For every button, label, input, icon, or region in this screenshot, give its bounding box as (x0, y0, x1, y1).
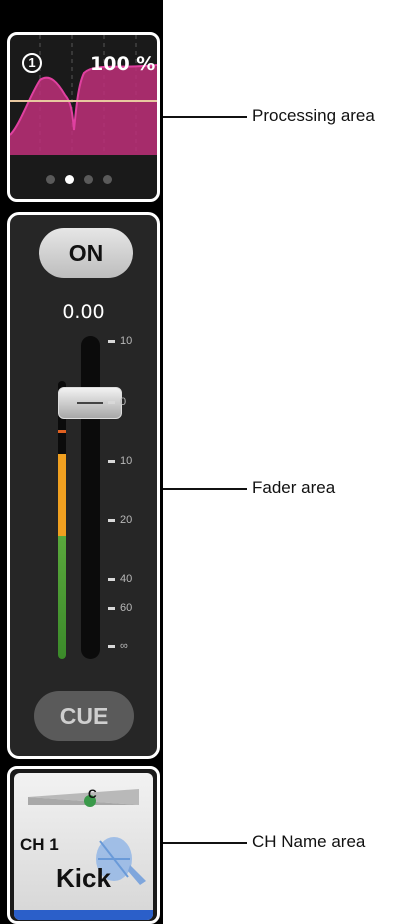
scale-mark: 20 (108, 514, 132, 526)
scale-mark: 10 (108, 335, 132, 347)
callout-fader: Fader area (252, 478, 336, 497)
page-dot-active[interactable] (65, 175, 74, 184)
level-meter (58, 381, 66, 659)
scale-mark: 10 (108, 455, 132, 467)
on-button[interactable]: ON (39, 228, 133, 278)
channel-color-bar (14, 910, 153, 920)
scale-mark: 40 (108, 573, 132, 585)
pan-value: C (88, 787, 97, 801)
page-indicator[interactable] (46, 175, 112, 184)
channel-name-button[interactable]: C CH 1 Kick (14, 773, 153, 920)
callout-line-chname (163, 842, 247, 844)
page-dot[interactable] (84, 175, 93, 184)
page-dot[interactable] (46, 175, 55, 184)
scale-mark: ∞ (108, 640, 128, 652)
callout-processing: Processing area (252, 106, 375, 125)
peak-hold (58, 430, 66, 433)
cue-button[interactable]: CUE (34, 691, 134, 741)
channel-name: Kick (56, 863, 111, 893)
processing-area[interactable]: 1 100 % (7, 32, 160, 202)
ch-name-area[interactable]: C CH 1 Kick (7, 766, 160, 924)
channel-number-icon: 1 (22, 53, 42, 73)
callout-line-fader (163, 488, 247, 490)
callout-chname: CH Name area (252, 832, 366, 851)
scale-mark: 0 (108, 396, 126, 408)
scale-mark: 60 (108, 602, 132, 614)
callout-line-processing (163, 116, 247, 118)
fader-area: ON 0.00 10 0 10 20 40 60 ∞ CUE (7, 212, 160, 759)
fader-value: 0.00 (62, 301, 105, 323)
strip-header (0, 0, 163, 36)
fader-track[interactable] (81, 336, 100, 659)
knob-line (77, 402, 103, 404)
channel-number: CH 1 (20, 835, 59, 854)
meter-fill (58, 454, 66, 659)
pan-indicator[interactable] (14, 783, 153, 823)
eq-curve (10, 65, 157, 155)
page-dot[interactable] (103, 175, 112, 184)
processing-percent: 100 % (90, 53, 156, 75)
